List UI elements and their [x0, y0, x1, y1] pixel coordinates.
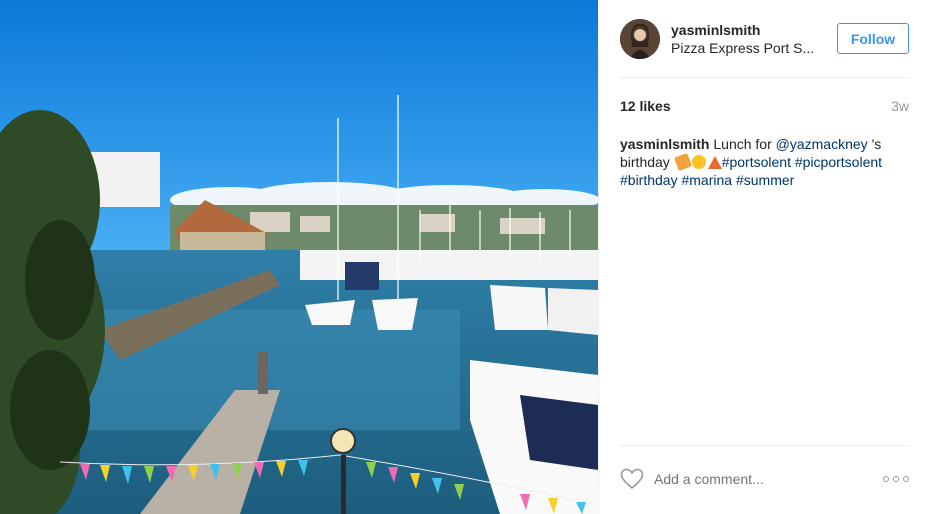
more-dot: [883, 476, 889, 482]
hashtag-link[interactable]: #picportsolent: [795, 154, 882, 170]
post-photo[interactable]: [0, 0, 598, 514]
likes-count[interactable]: 12 likes: [620, 98, 671, 114]
post-container: yasminlsmith Pizza Express Port S... Fol…: [0, 0, 935, 514]
follow-button[interactable]: Follow: [837, 23, 909, 54]
more-dot: [903, 476, 909, 482]
header-divider: [620, 77, 909, 78]
caption-text-before: Lunch for: [713, 136, 772, 152]
username-link[interactable]: yasminlsmith: [671, 21, 831, 39]
post-header: yasminlsmith Pizza Express Port S... Fol…: [599, 0, 935, 78]
hashtag-link[interactable]: #birthday: [620, 172, 678, 188]
comment-input[interactable]: [654, 471, 883, 487]
more-dot: [893, 476, 899, 482]
comment-row: [620, 463, 909, 495]
more-options-icon[interactable]: [883, 474, 909, 484]
mention-link[interactable]: @yazmackney: [776, 136, 868, 152]
likes-row: 12 likes 3w: [620, 97, 909, 115]
caption-username-link[interactable]: yasminlsmith: [620, 136, 709, 152]
heart-outline-icon[interactable]: [620, 468, 644, 490]
hashtag-link[interactable]: #marina: [681, 172, 732, 188]
user-block: yasminlsmith Pizza Express Port S...: [671, 21, 831, 57]
smiley-emoji-icon: [691, 155, 706, 169]
post-caption: yasminlsmith Lunch for @yazmackney 's bi…: [620, 135, 912, 189]
post-time[interactable]: 3w: [891, 98, 909, 114]
avatar[interactable]: [620, 19, 660, 59]
sailboat-emoji-icon: [707, 156, 722, 169]
post-sidebar: yasminlsmith Pizza Express Port S... Fol…: [598, 0, 935, 514]
marina-photo-illustration: [0, 0, 598, 514]
avatar-image: [620, 19, 660, 59]
hashtag-link[interactable]: #summer: [736, 172, 794, 188]
hashtag-link[interactable]: #portsolent: [722, 154, 791, 170]
location-link[interactable]: Pizza Express Port S...: [671, 39, 821, 57]
pizza-emoji-icon: [673, 153, 692, 171]
comment-divider: [620, 445, 909, 446]
